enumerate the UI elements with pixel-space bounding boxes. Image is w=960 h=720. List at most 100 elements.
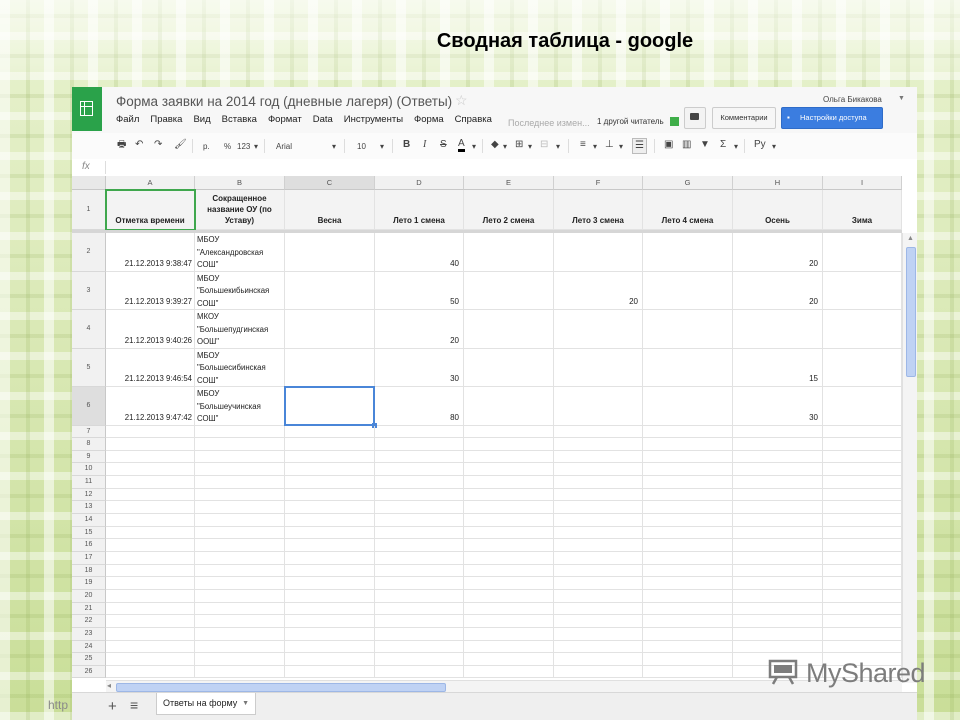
empty-cell[interactable] <box>464 602 554 616</box>
cell-f6[interactable] <box>554 387 643 426</box>
row-header-18[interactable]: 18 <box>72 564 106 578</box>
empty-cell[interactable] <box>285 450 375 464</box>
empty-cell[interactable] <box>285 514 375 527</box>
empty-cell[interactable] <box>823 425 902 439</box>
horizontal-scrollbar-thumb[interactable] <box>116 683 446 692</box>
cell-b2[interactable]: МБОУ "Александровская СОШ" <box>195 233 285 272</box>
row-header-7[interactable]: 7 <box>72 425 106 439</box>
empty-cell[interactable] <box>823 438 902 451</box>
empty-cell[interactable] <box>375 627 464 641</box>
empty-cell[interactable] <box>285 476 375 489</box>
chevron-down-icon[interactable]: ▼ <box>898 95 905 102</box>
insert-chart-icon[interactable]: ▥ <box>682 138 691 152</box>
empty-cell[interactable] <box>195 615 285 628</box>
row-header-23[interactable]: 23 <box>72 627 106 641</box>
column-title-d[interactable]: Лето 1 смена <box>375 190 464 230</box>
menu-form[interactable]: Форма <box>414 114 444 125</box>
empty-cell[interactable] <box>733 438 823 451</box>
cell-b5[interactable]: МБОУ "Большесибинская СОШ" <box>195 348 285 387</box>
empty-cell[interactable] <box>643 539 733 552</box>
cell-d5[interactable]: 30 <box>375 348 464 387</box>
strikethrough-button[interactable]: S <box>440 138 447 152</box>
cell-e6[interactable] <box>464 387 554 426</box>
empty-cell[interactable] <box>375 564 464 578</box>
sheets-logo-icon[interactable] <box>72 87 102 131</box>
scroll-up-icon[interactable]: ▲ <box>907 235 914 242</box>
empty-cell[interactable] <box>106 589 195 603</box>
cell-a6[interactable]: 21.12.2013 9:47:42 <box>106 387 195 426</box>
cell-d6[interactable]: 80 <box>375 387 464 426</box>
cell-e4[interactable] <box>464 310 554 349</box>
empty-cell[interactable] <box>464 450 554 464</box>
empty-cell[interactable] <box>464 526 554 540</box>
row-header-26[interactable]: 26 <box>72 665 106 679</box>
list-icon[interactable]: ≡ <box>130 697 138 713</box>
column-title-h[interactable]: Осень <box>733 190 823 230</box>
column-title-e[interactable]: Лето 2 смена <box>464 190 554 230</box>
empty-cell[interactable] <box>464 665 554 679</box>
empty-cell[interactable] <box>733 476 823 489</box>
row-header-17[interactable]: 17 <box>72 552 106 565</box>
empty-cell[interactable] <box>643 514 733 527</box>
chevron-down-icon[interactable]: ▾ <box>734 140 738 154</box>
more-formats-button[interactable]: 123 <box>237 140 250 154</box>
empty-cell[interactable] <box>285 577 375 590</box>
column-header-f[interactable]: F <box>554 176 643 190</box>
empty-cell[interactable] <box>823 514 902 527</box>
empty-cell[interactable] <box>375 425 464 439</box>
empty-cell[interactable] <box>106 665 195 679</box>
menu-data[interactable]: Data <box>313 114 333 125</box>
empty-cell[interactable] <box>106 488 195 502</box>
empty-cell[interactable] <box>464 476 554 489</box>
cell-e3[interactable] <box>464 271 554 310</box>
menu-edit[interactable]: Правка <box>150 114 182 125</box>
empty-cell[interactable] <box>106 501 195 515</box>
vertical-scrollbar-thumb[interactable] <box>906 247 916 377</box>
cell-c3[interactable] <box>285 271 375 310</box>
cell-b3[interactable]: МБОУ "Большекибьинская СОШ" <box>195 271 285 310</box>
empty-cell[interactable] <box>375 589 464 603</box>
borders-icon[interactable]: ⊞ <box>515 138 523 152</box>
empty-cell[interactable] <box>195 653 285 666</box>
cell-h2[interactable]: 20 <box>733 233 823 272</box>
cell-h3[interactable]: 20 <box>733 271 823 310</box>
merge-cells-icon[interactable]: ⊟ <box>540 138 548 152</box>
empty-cell[interactable] <box>106 640 195 654</box>
empty-cell[interactable] <box>195 539 285 552</box>
row-header-8[interactable]: 8 <box>72 438 106 451</box>
insert-comment-icon[interactable]: ▣ <box>664 138 673 152</box>
empty-cell[interactable] <box>643 425 733 439</box>
chevron-down-icon[interactable]: ▾ <box>332 140 336 154</box>
cell-g4[interactable] <box>643 310 733 349</box>
cell-c4[interactable] <box>285 310 375 349</box>
cell-i2[interactable] <box>823 233 902 272</box>
empty-cell[interactable] <box>285 665 375 679</box>
cell-i3[interactable] <box>823 271 902 310</box>
column-header-a[interactable]: A <box>106 176 195 190</box>
empty-cell[interactable] <box>285 602 375 616</box>
row-header-2[interactable]: 2 <box>72 233 106 272</box>
empty-cell[interactable] <box>195 526 285 540</box>
chevron-down-icon[interactable]: ▾ <box>556 140 560 154</box>
empty-cell[interactable] <box>285 640 375 654</box>
empty-cell[interactable] <box>733 425 823 439</box>
empty-cell[interactable] <box>285 627 375 641</box>
print-icon[interactable]: 🖶 <box>117 138 126 152</box>
empty-cell[interactable] <box>106 627 195 641</box>
empty-cell[interactable] <box>464 564 554 578</box>
empty-cell[interactable] <box>733 640 823 654</box>
document-title[interactable]: Форма заявки на 2014 год (дневные лагеря… <box>116 94 452 109</box>
select-all-corner[interactable] <box>72 176 106 190</box>
empty-cell[interactable] <box>106 450 195 464</box>
empty-cell[interactable] <box>554 564 643 578</box>
empty-cell[interactable] <box>643 526 733 540</box>
cell-h6[interactable]: 30 <box>733 387 823 426</box>
empty-cell[interactable] <box>106 602 195 616</box>
chevron-down-icon[interactable]: ▾ <box>593 140 597 154</box>
empty-cell[interactable] <box>733 514 823 527</box>
empty-cell[interactable] <box>195 488 285 502</box>
empty-cell[interactable] <box>823 564 902 578</box>
redo-icon[interactable]: ↷ <box>154 138 162 152</box>
empty-cell[interactable] <box>554 627 643 641</box>
empty-cell[interactable] <box>375 615 464 628</box>
